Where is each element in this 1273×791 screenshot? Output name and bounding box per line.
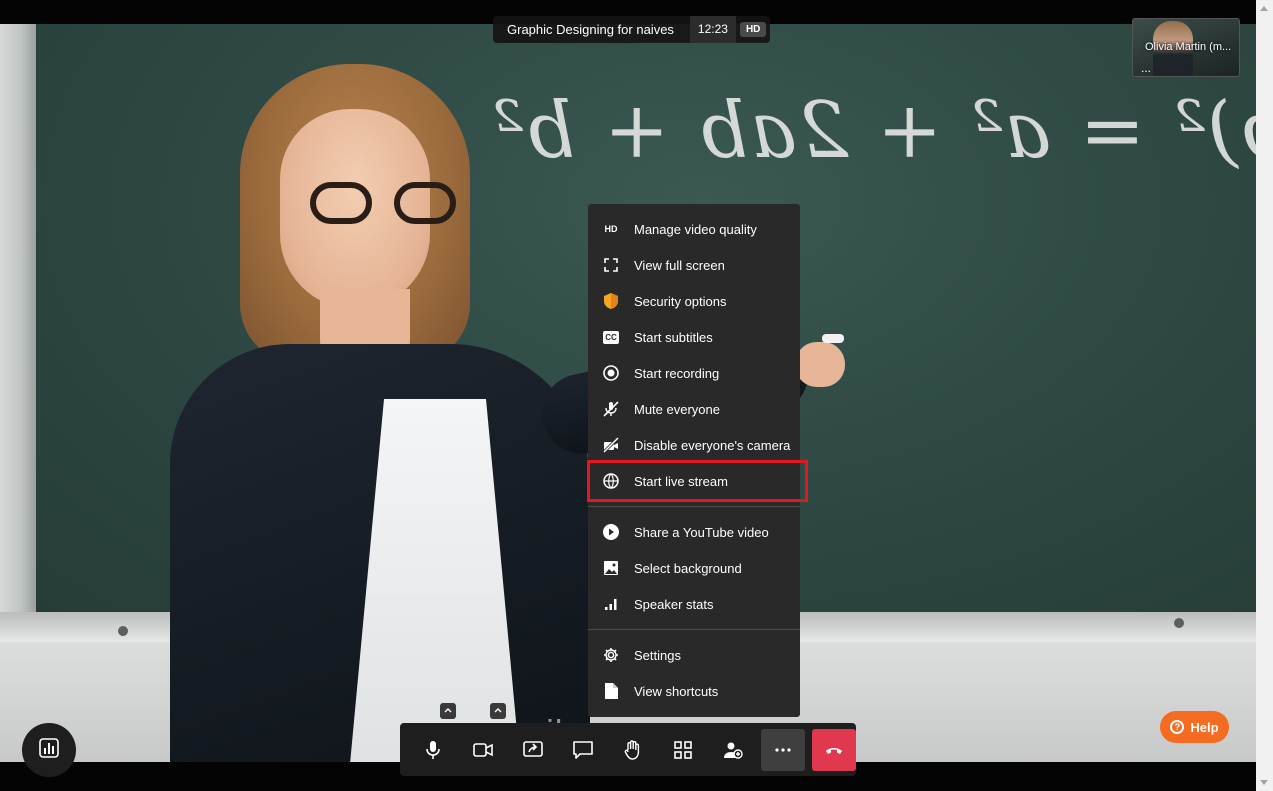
menu-item-view-full-screen[interactable]: View full screen xyxy=(588,247,800,283)
menu-item-label: Share a YouTube video xyxy=(634,524,769,540)
screen-share-button[interactable] xyxy=(508,729,558,771)
bolt xyxy=(118,626,128,636)
shield-icon xyxy=(603,293,619,309)
chevron-right-icon[interactable]: › xyxy=(1238,697,1243,713)
grid-icon xyxy=(674,740,692,759)
record-icon xyxy=(603,365,619,381)
camera-icon xyxy=(473,742,493,757)
menu-divider xyxy=(588,629,800,630)
menu-item-view-shortcuts[interactable]: View shortcuts xyxy=(588,673,800,709)
hang-up-icon xyxy=(825,745,843,755)
camera-button[interactable] xyxy=(458,702,508,771)
raise-hand-button[interactable] xyxy=(608,729,658,771)
tile-view-button[interactable] xyxy=(658,729,708,771)
board-frame xyxy=(0,24,36,624)
chat-icon xyxy=(573,740,593,759)
microphone-icon xyxy=(425,740,441,760)
menu-item-label: Security options xyxy=(634,293,727,309)
menu-item-security-options[interactable]: Security options xyxy=(588,283,800,319)
participant-thumbnail[interactable]: Olivia Martin (m... ... xyxy=(1132,18,1240,77)
camera-options-chevron-up-icon[interactable] xyxy=(490,702,506,719)
menu-item-start-recording[interactable]: Start recording xyxy=(588,355,800,391)
stats-icon xyxy=(39,737,59,763)
question-icon: ? xyxy=(1170,720,1185,734)
menu-item-label: Mute everyone xyxy=(634,401,720,417)
menu-item-disable-everyones-camera[interactable]: Disable everyone's camera xyxy=(588,427,800,463)
fullscreen-icon xyxy=(603,257,619,273)
meeting-stage: (a + b)² = a² + 2ab + b² moodicam Graphi… xyxy=(0,0,1256,791)
more-actions-menu: HD Manage video quality View full screen… xyxy=(587,204,808,717)
background-icon xyxy=(603,560,619,576)
screen-share-icon xyxy=(523,740,543,759)
meeting-title: Graphic Designing for naives xyxy=(507,22,674,37)
hd-icon: HD xyxy=(604,224,618,234)
participants-button[interactable] xyxy=(708,729,758,771)
participant-name: Olivia Martin (m... xyxy=(1145,41,1232,53)
bolt xyxy=(1174,618,1184,628)
microphone-button[interactable] xyxy=(408,702,458,771)
camera-off-icon xyxy=(603,437,619,453)
help-button[interactable]: ? Help xyxy=(1160,711,1229,743)
menu-item-label: Select background xyxy=(634,560,742,576)
presenter-glasses xyxy=(310,182,470,226)
hang-up-button[interactable] xyxy=(812,728,856,771)
menu-item-label: Speaker stats xyxy=(634,596,714,612)
menu-item-mute-everyone[interactable]: Mute everyone xyxy=(588,391,800,427)
mic-options-chevron-up-icon[interactable] xyxy=(440,702,456,719)
meeting-info-bar: Graphic Designing for naives 12:23 HD xyxy=(493,16,771,43)
menu-item-label: View shortcuts xyxy=(634,683,719,699)
more-actions-button[interactable] xyxy=(761,728,805,771)
menu-item-label: Settings xyxy=(634,647,681,663)
help-label: Help xyxy=(1190,719,1219,735)
menu-item-speaker-stats[interactable]: Speaker stats xyxy=(588,586,800,622)
menu-item-manage-video-quality[interactable]: HD Manage video quality xyxy=(588,211,800,247)
menu-divider xyxy=(588,506,800,507)
thumbnail-menu-icon[interactable]: ... xyxy=(1141,62,1151,74)
menu-item-select-background[interactable]: Select background xyxy=(588,550,800,586)
cc-icon: CC xyxy=(603,329,619,345)
more-dots-icon xyxy=(775,747,791,752)
chalk xyxy=(822,334,844,343)
menu-item-start-subtitles[interactable]: CC Start subtitles xyxy=(588,319,800,355)
vertical-scrollbar[interactable] xyxy=(1256,0,1273,791)
menu-item-share-youtube-video[interactable]: Share a YouTube video xyxy=(588,514,800,550)
stats-icon xyxy=(603,596,619,612)
speaker-stats-button[interactable] xyxy=(22,723,76,777)
menu-item-label: View full screen xyxy=(634,257,725,273)
scroll-down-arrow-icon[interactable] xyxy=(1260,780,1268,785)
menu-item-label: Disable everyone's camera xyxy=(634,437,791,453)
gear-icon xyxy=(603,647,619,663)
video-quality-badge[interactable]: HD xyxy=(739,22,767,37)
mic-off-icon xyxy=(603,401,619,417)
document-icon xyxy=(603,683,619,699)
menu-item-label: Start recording xyxy=(634,365,720,381)
highlight-box xyxy=(587,460,808,502)
play-icon xyxy=(603,524,619,540)
menu-item-label: Start subtitles xyxy=(634,329,713,345)
meeting-timer: 12:23 xyxy=(689,16,736,43)
menu-item-settings[interactable]: Settings xyxy=(588,637,800,673)
chat-button[interactable] xyxy=(558,729,608,771)
add-participant-icon xyxy=(723,741,743,759)
raise-hand-icon xyxy=(624,739,642,760)
menu-item-label: Manage video quality xyxy=(634,221,757,237)
presenter-hand xyxy=(795,342,845,387)
meeting-toolbar xyxy=(400,702,856,776)
menu-item-start-live-stream[interactable]: Start live stream xyxy=(587,460,808,502)
scroll-up-arrow-icon[interactable] xyxy=(1260,6,1268,11)
